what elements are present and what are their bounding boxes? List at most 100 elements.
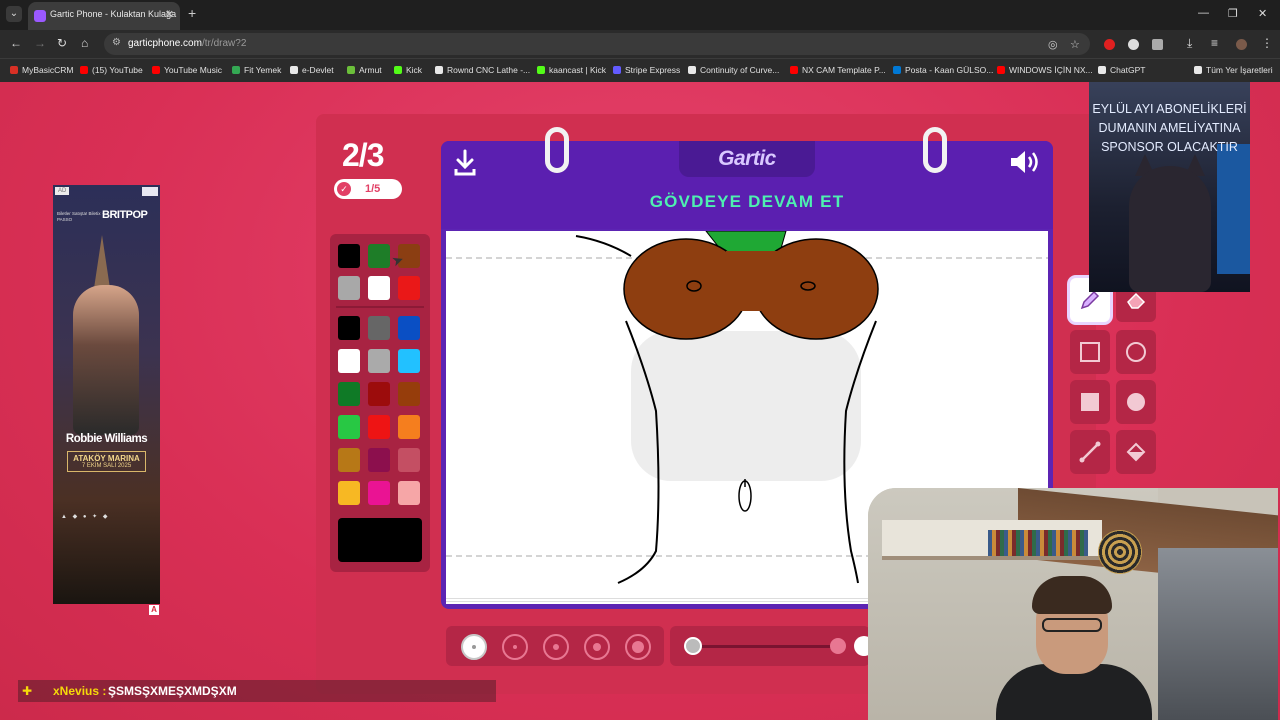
maximize-button[interactable]: ❐ <box>1228 7 1238 20</box>
bookmark-star-icon[interactable]: ☆ <box>1070 38 1080 51</box>
bookmark-item[interactable]: ChatGPT <box>1098 65 1145 75</box>
new-tab-button[interactable]: + <box>188 5 196 21</box>
address-bar[interactable]: ⚙ garticphone.com/tr/draw?2 ◎ ☆ <box>104 33 1090 55</box>
gartic-watermark <box>631 331 861 481</box>
chat-message: ŞSMSŞXMEŞXMDŞXM <box>108 684 237 698</box>
room-corner <box>1158 548 1278 720</box>
color-swatch[interactable] <box>368 448 390 472</box>
color-swatch[interactable] <box>368 382 390 406</box>
color-swatch[interactable] <box>368 244 390 268</box>
color-swatch[interactable] <box>338 349 360 373</box>
chat-username: xNevius : <box>53 684 107 698</box>
opacity-max-dot <box>830 638 846 654</box>
color-swatch[interactable] <box>398 349 420 373</box>
brush-size-4[interactable] <box>584 634 610 660</box>
forward-icon[interactable]: → <box>34 36 46 50</box>
brush-size-5[interactable] <box>625 634 651 660</box>
back-icon[interactable]: ← <box>10 36 22 50</box>
eye-off-icon[interactable]: ◎ <box>1048 38 1058 51</box>
bookmark-item[interactable]: Continuity of Curve... <box>688 65 779 75</box>
color-swatch[interactable] <box>368 349 390 373</box>
url-text[interactable]: garticphone.com/tr/draw?2 <box>128 38 246 49</box>
tab-close-icon[interactable]: ✕ <box>165 8 174 21</box>
reload-icon[interactable]: ↻ <box>57 36 67 50</box>
palette-divider <box>336 306 424 308</box>
ad-banner[interactable]: AD Biletler Satışta! Biletix · PASSO BRI… <box>53 185 160 604</box>
bookmark-item[interactable]: kaancast | Kick <box>537 65 606 75</box>
youtube-icon <box>790 66 798 74</box>
bookmark-item[interactable]: MyBasicCRM <box>10 65 73 75</box>
ellipse-filled-tool[interactable] <box>1116 380 1156 424</box>
download-icon[interactable] <box>453 149 477 177</box>
bookmark-item[interactable]: YouTube Music <box>152 65 222 75</box>
bookmark-item[interactable]: Kick <box>394 65 422 75</box>
color-swatch[interactable] <box>398 481 420 505</box>
bookmark-item[interactable]: Posta - Kaan GÜLSO... <box>893 65 993 75</box>
tab-title: Gartic Phone - Kulaktan Kulağa <box>50 9 177 19</box>
instruction-title: GÖVDEYE DEVAM ET <box>649 192 845 211</box>
youtube-music-icon <box>152 66 160 74</box>
bookmark-folder[interactable]: Tüm Yer İşaretleri <box>1194 65 1273 75</box>
color-swatch[interactable] <box>338 316 360 340</box>
fill-bucket-tool[interactable] <box>1116 430 1156 474</box>
site-info-icon[interactable]: ⚙ <box>112 37 121 48</box>
color-swatch[interactable] <box>368 415 390 439</box>
profile-avatar[interactable] <box>1236 39 1247 50</box>
extensions-puzzle-icon[interactable] <box>1152 39 1163 50</box>
check-icon: ✓ <box>337 182 351 196</box>
extension-icon[interactable] <box>1128 39 1139 50</box>
tab-active[interactable]: Gartic Phone - Kulaktan Kulağa ✕ <box>28 2 180 30</box>
bookmark-item[interactable]: Armut <box>347 65 382 75</box>
menu-kebab-icon[interactable]: ⋮ <box>1261 36 1273 50</box>
color-swatch[interactable] <box>398 316 420 340</box>
youtube-icon <box>80 66 88 74</box>
speaker-icon[interactable] <box>1009 149 1041 175</box>
rectangle-filled-tool[interactable] <box>1070 380 1110 424</box>
adchoices-icon[interactable]: A <box>149 605 159 615</box>
color-swatch[interactable] <box>338 415 360 439</box>
bookmark-item[interactable]: WINDOWS İÇİN NX... <box>997 65 1093 75</box>
color-swatch[interactable] <box>398 448 420 472</box>
bookmark-icon <box>688 66 696 74</box>
bookmark-icon <box>435 66 443 74</box>
color-swatch[interactable] <box>368 316 390 340</box>
stripe-icon <box>613 66 621 74</box>
color-swatch[interactable] <box>368 276 390 300</box>
bookmark-item[interactable]: Fit Yemek <box>232 65 281 75</box>
media-control-icon[interactable]: ≡ <box>1211 36 1218 50</box>
round-counter: 2/3 <box>342 137 384 173</box>
tab-search-button[interactable]: ⌄ <box>6 6 22 22</box>
line-tool[interactable] <box>1070 430 1110 474</box>
home-icon[interactable]: ⌂ <box>81 36 88 50</box>
download-icon[interactable]: ⤓ <box>1187 36 1192 51</box>
brush-size-selector <box>446 626 664 666</box>
color-swatch[interactable] <box>398 276 420 300</box>
brush-size-2[interactable] <box>502 634 528 660</box>
ad-date: 7 EKİM SALI 2025 <box>81 463 132 469</box>
color-swatch[interactable] <box>338 481 360 505</box>
color-swatch[interactable] <box>338 382 360 406</box>
stream-chat-message: ✚ xNevius : ŞSMSŞXMEŞXMDŞXM <box>18 680 496 702</box>
color-swatch[interactable] <box>338 448 360 472</box>
ad-close-icon[interactable] <box>142 187 158 196</box>
streamer-hair <box>1032 576 1112 614</box>
color-swatch[interactable] <box>368 481 390 505</box>
extension-icon[interactable] <box>1104 39 1115 50</box>
bookmark-item[interactable]: Stripe Express <box>613 65 680 75</box>
minimize-button[interactable]: — <box>1198 7 1209 19</box>
bookmark-item[interactable]: Rownd CNC Lathe -... <box>435 65 530 75</box>
brush-size-3[interactable] <box>543 634 569 660</box>
color-swatch[interactable] <box>398 382 420 406</box>
color-swatch[interactable] <box>338 276 360 300</box>
color-swatch[interactable] <box>338 244 360 268</box>
opacity-slider[interactable] <box>670 626 874 666</box>
slider-track[interactable] <box>692 645 842 648</box>
color-swatch[interactable] <box>398 415 420 439</box>
brush-size-1[interactable] <box>461 634 487 660</box>
ellipse-outline-tool[interactable] <box>1116 330 1156 374</box>
rectangle-outline-tool[interactable] <box>1070 330 1110 374</box>
close-window-button[interactable]: ✕ <box>1258 7 1267 20</box>
bookmark-item[interactable]: e-Devlet <box>290 65 334 75</box>
bookmark-item[interactable]: (15) YouTube <box>80 65 143 75</box>
bookmark-item[interactable]: NX CAM Template P... <box>790 65 886 75</box>
